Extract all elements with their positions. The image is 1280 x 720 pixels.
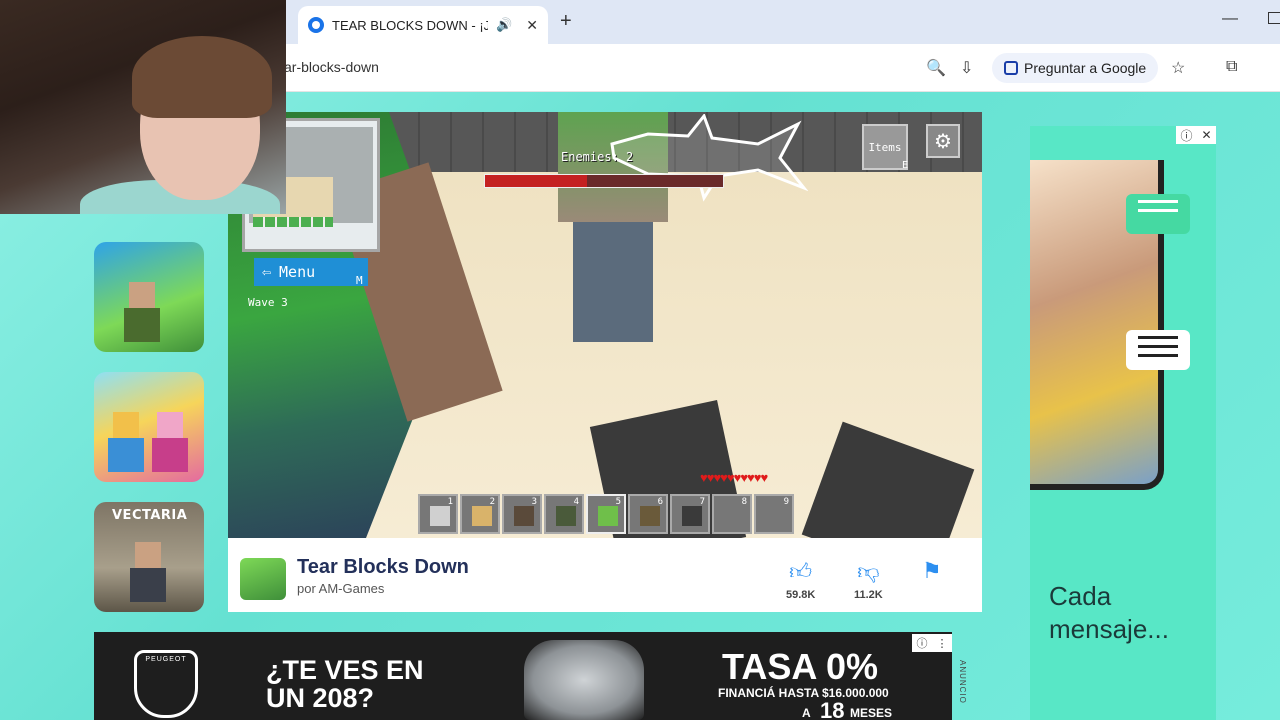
- game-canvas[interactable]: ⇦ Menu M Wave 3 Enemies: 2 Items E ⚙ ♥♥♥…: [228, 112, 982, 538]
- hotbar-item-icon: [514, 506, 534, 526]
- maximize-window-icon[interactable]: [1268, 12, 1280, 24]
- tab-favicon-icon: [308, 17, 324, 33]
- hotbar-slot-number: 9: [783, 497, 789, 507]
- hotbar-slot[interactable]: 8: [712, 494, 752, 534]
- hotbar-item-icon: [640, 506, 660, 526]
- menu-exit-icon: ⇦: [262, 263, 272, 281]
- hotbar-slot-number: 8: [741, 497, 747, 507]
- game-title: Tear Blocks Down: [297, 556, 469, 578]
- ad-info-icon[interactable]: ⓘ: [1180, 127, 1192, 144]
- menu-label: Menu: [279, 263, 316, 281]
- game-menu-button[interactable]: ⇦ Menu: [254, 258, 368, 286]
- new-tab-icon[interactable]: +: [560, 10, 572, 33]
- hotbar-item-icon: [430, 506, 450, 526]
- like-button[interactable]: 👍︎ 59.8K: [786, 558, 815, 601]
- game-thumbnail-figure: [130, 542, 166, 602]
- game-card-label: VECTARIA: [112, 508, 188, 523]
- ad-headline: ¿TE VES EN UN 208?: [266, 655, 424, 714]
- bottom-ad[interactable]: PEUGEOT ¿TE VES EN UN 208? TASA 0% FINAN…: [94, 632, 952, 720]
- like-count: 59.8K: [786, 589, 816, 601]
- related-game-card[interactable]: VECTARIA: [94, 502, 204, 612]
- speaker-icon[interactable]: 🔊: [496, 17, 512, 33]
- game-thumbnail-icon: [240, 558, 286, 600]
- right-ad-text: Cada mensaje...: [1049, 581, 1169, 644]
- game-author[interactable]: por AM-Games: [297, 581, 384, 596]
- shark-icon: [610, 114, 808, 202]
- ad-label: ANUNCIO: [958, 660, 967, 704]
- inventory-hotbar: 1234567 8 9: [418, 494, 794, 534]
- game-thumbnail-figure: [124, 282, 160, 342]
- report-flag-icon[interactable]: ⚑: [922, 558, 942, 584]
- related-game-card[interactable]: [94, 242, 204, 352]
- hotbar-item-icon: [598, 506, 618, 526]
- hotbar-item-icon: [682, 506, 702, 526]
- ad-rate: TASA 0%: [722, 646, 879, 687]
- hotbar-item-icon: [556, 506, 576, 526]
- install-app-icon[interactable]: ⇩: [960, 58, 973, 78]
- hotbar-slot[interactable]: 4: [544, 494, 584, 534]
- address-bar[interactable]: ar-blocks-down: [284, 59, 379, 75]
- hotbar-slot[interactable]: 7: [670, 494, 710, 534]
- ad-term-prefix: A: [802, 706, 811, 720]
- bookmark-star-icon[interactable]: ☆: [1171, 58, 1185, 78]
- hotbar-slot[interactable]: 1: [418, 494, 458, 534]
- ad-info-icon[interactable]: ⓘ: [917, 635, 928, 651]
- hotbar-slot[interactable]: 3: [502, 494, 542, 534]
- ad-controls: ⓘ ✕: [1176, 126, 1216, 144]
- enemies-counter: Enemies: 2: [561, 150, 634, 164]
- close-tab-icon[interactable]: ✕: [526, 17, 538, 34]
- thumbs-up-icon: 👍︎: [789, 559, 813, 584]
- lens-icon: [1004, 61, 1018, 75]
- menu-hotkey: M: [356, 274, 363, 287]
- game-thumbnail-figure: [108, 412, 144, 472]
- items-hotkey: E: [902, 160, 909, 171]
- browser-tab[interactable]: TEAR BLOCKS DOWN - ¡Jue 🔊 ✕: [298, 6, 548, 44]
- ad-controls: ⓘ ⋮: [912, 634, 952, 652]
- game-info-bar: Tear Blocks Down por AM-Games 👍︎ 59.8K 👎…: [228, 538, 982, 612]
- ad-menu-icon[interactable]: ⋮: [937, 637, 948, 650]
- ad-chat-bubble: [1126, 194, 1190, 234]
- dislike-count: 11.2K: [854, 589, 883, 601]
- hotbar-slot[interactable]: 9: [754, 494, 794, 534]
- ad-term-number: 18: [820, 698, 845, 720]
- enemy-health-bar: [484, 174, 724, 188]
- dislike-button[interactable]: 👎︎ 11.2K: [854, 558, 883, 601]
- ad-close-icon[interactable]: ✕: [1201, 128, 1211, 142]
- wave-counter: Wave 3: [248, 296, 288, 309]
- thumbs-down-icon: 👎︎: [857, 559, 880, 584]
- health-hearts: ♥♥♥♥♥♥♥♥♥♥: [700, 470, 768, 485]
- minimize-window-icon[interactable]: —: [1222, 10, 1238, 28]
- right-ad[interactable]: Cada mensaje...: [1030, 126, 1216, 720]
- ad-finance: FINANCIÁ HASTA $16.000.000: [718, 686, 889, 700]
- ad-chat-bubble: [1126, 330, 1190, 370]
- zoom-icon[interactable]: 🔍: [926, 58, 946, 78]
- webcam-hair: [132, 36, 272, 118]
- hotbar-slot[interactable]: 2: [460, 494, 500, 534]
- related-game-card[interactable]: [94, 372, 204, 482]
- ask-google-button[interactable]: Preguntar a Google: [992, 53, 1159, 83]
- hotbar-slot[interactable]: 5: [586, 494, 626, 534]
- hotbar-item-icon: [472, 506, 492, 526]
- webcam-overlay: [0, 0, 286, 214]
- ad-term-suffix: MESES: [850, 706, 893, 720]
- enemy-health-fill: [485, 175, 588, 187]
- game-thumbnail-figure: [152, 412, 188, 472]
- ad-car-image: [524, 640, 644, 720]
- hotbar-slot[interactable]: 6: [628, 494, 668, 534]
- ad-brand: PEUGEOT: [145, 656, 187, 663]
- tab-title: TEAR BLOCKS DOWN - ¡Jue: [332, 17, 489, 33]
- settings-gear-icon[interactable]: ⚙: [926, 124, 960, 158]
- ask-google-label: Preguntar a Google: [1024, 60, 1147, 76]
- extensions-icon[interactable]: ⧉: [1226, 58, 1237, 76]
